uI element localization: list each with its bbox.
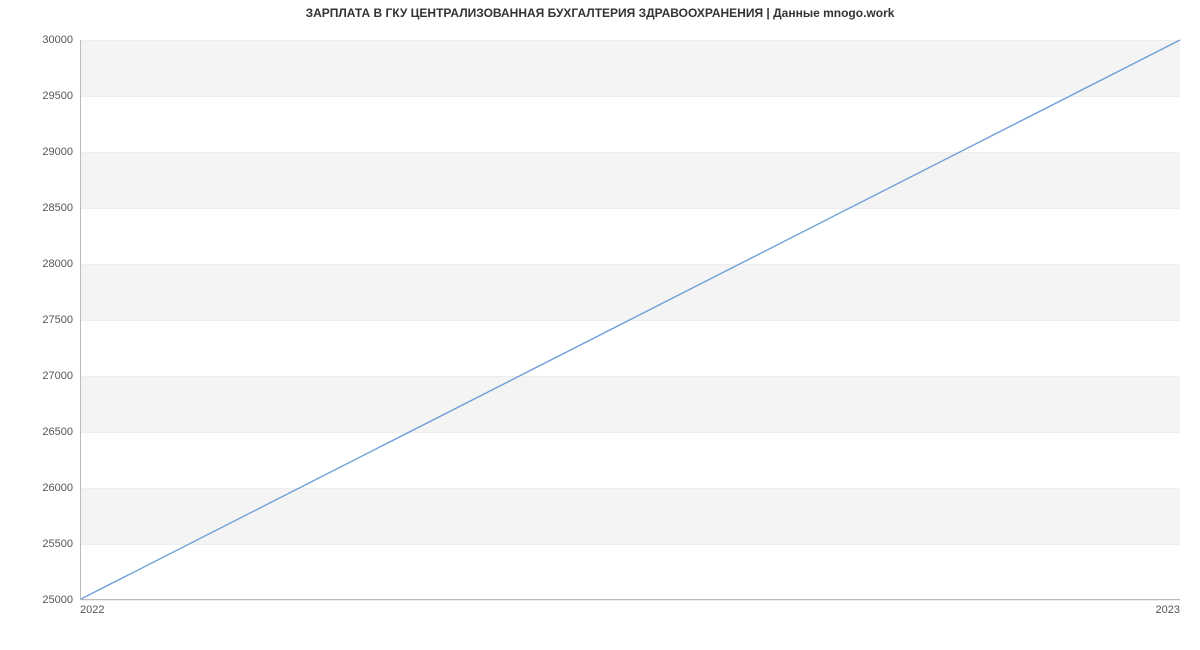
y-tick-label: 27000 — [42, 370, 73, 382]
x-tick-label: 2022 — [80, 604, 104, 616]
y-tick-label: 27500 — [42, 314, 73, 326]
y-tick-label: 26500 — [42, 426, 73, 438]
y-tick-label: 25500 — [42, 538, 73, 550]
y-tick-label: 29000 — [42, 146, 73, 158]
y-tick-label: 26000 — [42, 482, 73, 494]
y-tick-label: 25000 — [42, 594, 73, 606]
plot-area: 2500025500260002650027000275002800028500… — [80, 40, 1180, 600]
chart-container: ЗАРПЛАТА В ГКУ ЦЕНТРАЛИЗОВАННАЯ БУХГАЛТЕ… — [0, 0, 1200, 650]
gridline — [81, 600, 1180, 601]
x-tick-label: 2023 — [1156, 604, 1180, 616]
line-layer — [81, 40, 1180, 599]
y-tick-label: 28000 — [42, 258, 73, 270]
chart-title: ЗАРПЛАТА В ГКУ ЦЕНТРАЛИЗОВАННАЯ БУХГАЛТЕ… — [0, 6, 1200, 20]
y-tick-label: 30000 — [42, 34, 73, 46]
y-tick-label: 28500 — [42, 202, 73, 214]
data-line — [81, 40, 1180, 599]
y-tick-label: 29500 — [42, 90, 73, 102]
